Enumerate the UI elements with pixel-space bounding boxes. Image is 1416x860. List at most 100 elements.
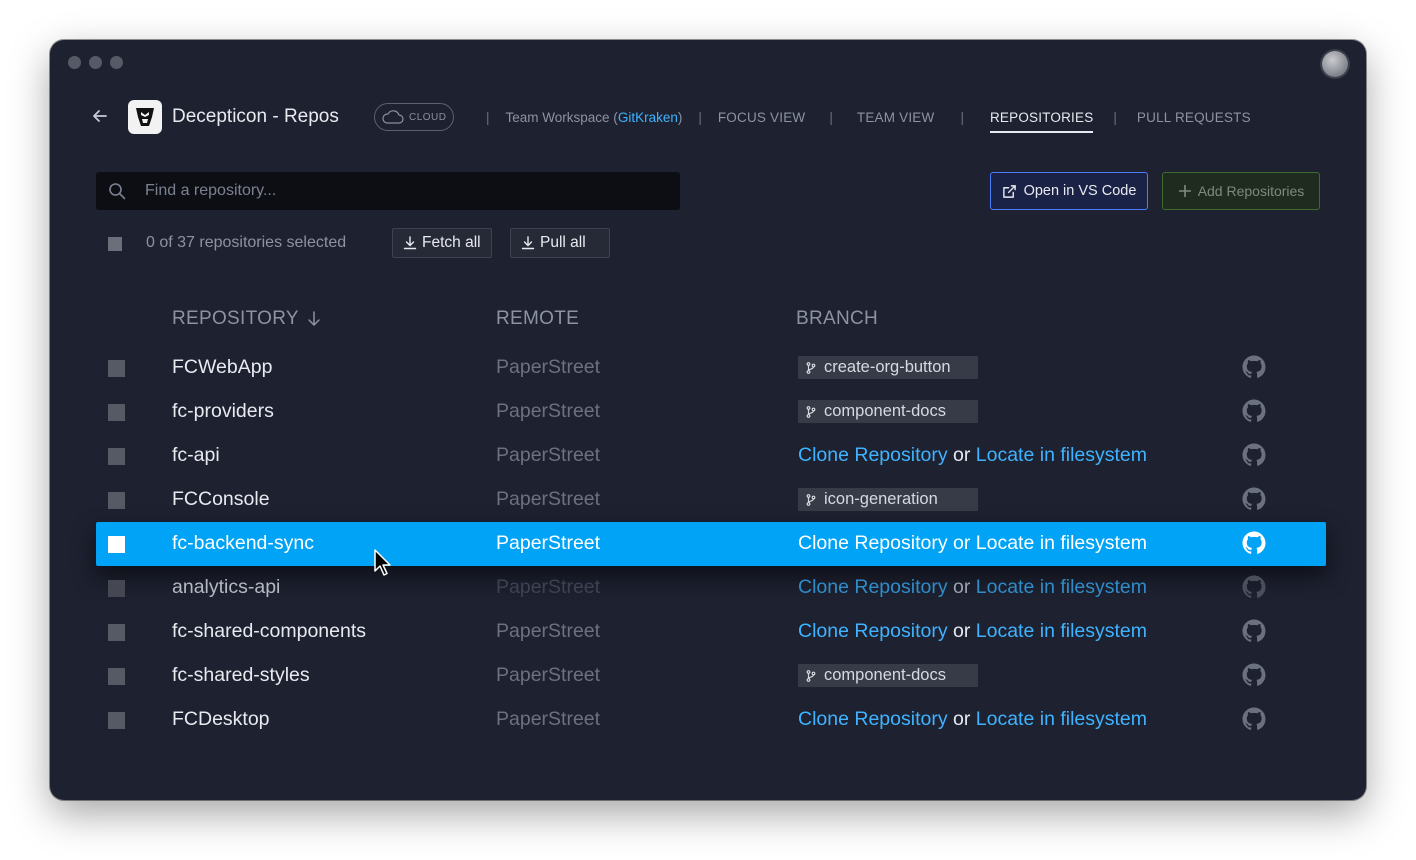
repository-name[interactable]: fc-providers: [172, 400, 274, 423]
fetch-all-button[interactable]: Fetch all: [392, 228, 492, 258]
branch-icon: [806, 669, 816, 682]
clone-or-locate: Clone Repository or Locate in filesystem: [798, 620, 1147, 643]
branch-name: component-docs: [824, 402, 946, 420]
row-checkbox[interactable]: [108, 712, 125, 729]
branch-name: component-docs: [824, 666, 946, 684]
row-checkbox[interactable]: [108, 536, 125, 553]
clone-repository-link[interactable]: Clone Repository: [798, 532, 948, 554]
repository-row[interactable]: fc-providers PaperStreet component-docs: [96, 390, 1326, 434]
pull-all-button[interactable]: Pull all: [510, 228, 610, 258]
locate-in-filesystem-link[interactable]: Locate in filesystem: [976, 708, 1147, 730]
workspace-link[interactable]: GitKraken: [618, 110, 678, 125]
repository-name[interactable]: analytics-api: [172, 576, 280, 599]
tab-team-view[interactable]: TEAM VIEW: [857, 110, 935, 125]
search-input[interactable]: [145, 182, 645, 200]
github-icon[interactable]: [1242, 619, 1266, 643]
account-avatar[interactable]: [1322, 51, 1348, 77]
locate-in-filesystem-link[interactable]: Locate in filesystem: [976, 576, 1147, 598]
workspace-suffix: ): [677, 110, 683, 125]
branch-badge[interactable]: create-org-button: [798, 356, 978, 379]
workspace-label: Team Workspace (GitKraken): [506, 110, 683, 125]
workspace-prefix: Team Workspace (: [505, 110, 618, 125]
tab-focus-view[interactable]: FOCUS VIEW: [718, 110, 806, 125]
row-checkbox[interactable]: [108, 580, 125, 597]
row-checkbox[interactable]: [108, 492, 125, 509]
locate-in-filesystem-link[interactable]: Locate in filesystem: [976, 620, 1147, 642]
column-header-repository[interactable]: REPOSITORY: [172, 308, 321, 330]
tab-repositories[interactable]: REPOSITORIES: [989, 110, 1094, 133]
column-header-remote[interactable]: REMOTE: [496, 308, 579, 330]
github-icon[interactable]: [1242, 443, 1266, 467]
window-controls: [68, 56, 123, 69]
or-text: or: [947, 708, 976, 730]
search-icon: [109, 183, 126, 200]
header: Decepticon - Repos CLOUD | Team Workspac…: [50, 98, 1366, 138]
remote-name: PaperStreet: [496, 488, 601, 510]
github-icon[interactable]: [1242, 355, 1266, 379]
download-icon: [403, 236, 417, 250]
clone-or-locate: Clone Repository or Locate in filesystem: [798, 708, 1147, 731]
repository-name[interactable]: fc-shared-components: [172, 620, 366, 643]
repository-row[interactable]: fc-shared-styles PaperStreet component-d…: [96, 654, 1326, 698]
repository-name[interactable]: fc-backend-sync: [172, 532, 314, 555]
add-repositories-button[interactable]: Add Repositories: [1162, 172, 1320, 210]
github-icon[interactable]: [1242, 663, 1266, 687]
plus-icon: [1178, 185, 1191, 197]
row-checkbox[interactable]: [108, 624, 125, 641]
branch-badge[interactable]: component-docs: [798, 664, 978, 687]
repository-row[interactable]: FCConsole PaperStreet icon-generation: [96, 478, 1326, 522]
branch-badge[interactable]: icon-generation: [798, 488, 978, 511]
repository-row[interactable]: analytics-api PaperStreet Clone Reposito…: [96, 566, 1326, 610]
github-icon[interactable]: [1242, 487, 1266, 511]
minimize-window-dot[interactable]: [89, 56, 102, 69]
repository-name[interactable]: FCDesktop: [172, 708, 270, 731]
repository-row[interactable]: fc-shared-components PaperStreet Clone R…: [96, 610, 1326, 654]
clone-repository-link[interactable]: Clone Repository: [798, 444, 948, 466]
locate-in-filesystem-link[interactable]: Locate in filesystem: [976, 444, 1147, 466]
clone-or-locate: Clone Repository or Locate in filesystem: [798, 576, 1147, 599]
nav-divider: |: [960, 110, 964, 125]
row-checkbox[interactable]: [108, 448, 125, 465]
repository-row[interactable]: FCWebApp PaperStreet create-org-button: [96, 346, 1326, 390]
nav-divider: |: [1113, 110, 1117, 125]
branch-name: create-org-button: [824, 358, 951, 376]
branch-icon: [806, 405, 816, 418]
github-icon[interactable]: [1242, 399, 1266, 423]
pull-all-label: Pull all: [540, 234, 586, 251]
clone-or-locate: Clone Repository or Locate in filesystem: [798, 532, 1147, 555]
repository-row[interactable]: fc-backend-sync PaperStreet Clone Reposi…: [96, 522, 1326, 566]
locate-in-filesystem-link[interactable]: Locate in filesystem: [976, 532, 1147, 554]
repository-name[interactable]: FCWebApp: [172, 356, 272, 379]
github-icon[interactable]: [1242, 531, 1266, 555]
open-in-vscode-button[interactable]: Open in VS Code: [990, 172, 1148, 210]
close-window-dot[interactable]: [68, 56, 81, 69]
clone-repository-link[interactable]: Clone Repository: [798, 576, 948, 598]
row-checkbox[interactable]: [108, 404, 125, 421]
branch-badge[interactable]: component-docs: [798, 400, 978, 423]
zoom-window-dot[interactable]: [110, 56, 123, 69]
select-all-checkbox[interactable]: [108, 237, 122, 251]
remote-name: PaperStreet: [496, 356, 601, 378]
nav-divider: |: [698, 110, 702, 125]
tab-pull-requests[interactable]: PULL REQUESTS: [1137, 110, 1251, 125]
github-icon[interactable]: [1242, 575, 1266, 599]
clone-repository-link[interactable]: Clone Repository: [798, 708, 948, 730]
table-header: REPOSITORY REMOTE BRANCH: [50, 304, 1366, 334]
back-arrow-icon[interactable]: [90, 106, 110, 126]
row-checkbox[interactable]: [108, 360, 125, 377]
download-icon: [521, 236, 535, 250]
repository-name[interactable]: FCConsole: [172, 488, 270, 511]
github-icon[interactable]: [1242, 707, 1266, 731]
repository-name[interactable]: fc-shared-styles: [172, 664, 310, 687]
repository-row[interactable]: FCDesktop PaperStreet Clone Repository o…: [96, 698, 1326, 742]
row-checkbox[interactable]: [108, 668, 125, 685]
branch-icon: [806, 493, 816, 506]
clone-repository-link[interactable]: Clone Repository: [798, 620, 948, 642]
repository-row[interactable]: fc-api PaperStreet Clone Repository or L…: [96, 434, 1326, 478]
column-header-branch[interactable]: BRANCH: [796, 308, 878, 330]
team-logo: [128, 100, 162, 134]
repository-name[interactable]: fc-api: [172, 444, 220, 467]
branch-icon: [806, 361, 816, 374]
repo-search: [96, 172, 680, 210]
or-text: or: [947, 444, 976, 466]
